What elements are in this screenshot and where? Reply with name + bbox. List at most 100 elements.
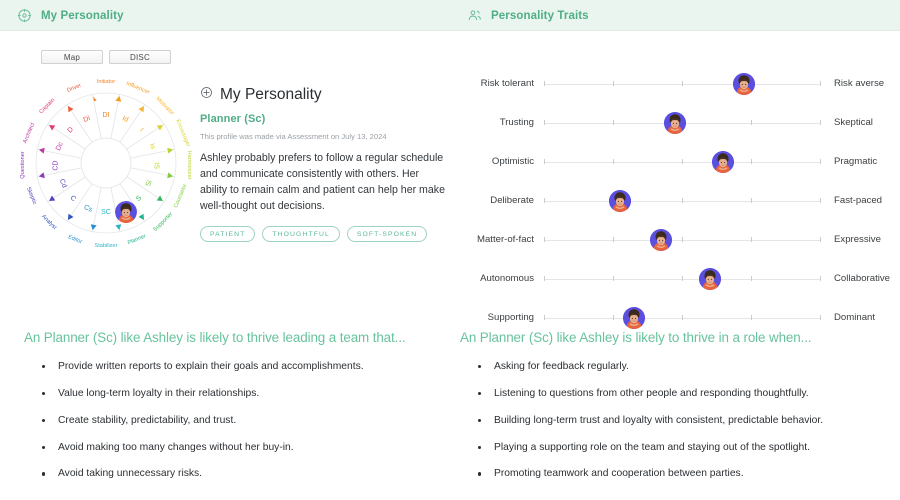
trait-row: Matter-of-fact Expressive xyxy=(450,220,900,259)
wheel-segment-name: Encourager xyxy=(174,119,191,148)
trait-left-label: Optimistic xyxy=(491,156,534,167)
list-item: Playing a supporting role on the team an… xyxy=(478,442,900,454)
trait-slider-track[interactable] xyxy=(544,267,821,291)
list-item: Building long-term trust and loyalty wit… xyxy=(478,415,900,427)
trait-left-label: Risk tolerant xyxy=(480,78,534,89)
tab-personality-traits[interactable]: Personality Traits xyxy=(450,0,900,31)
section-title: An Planner (Sc) like Ashley is likely to… xyxy=(460,330,812,345)
trait-tick xyxy=(682,198,683,203)
trait-value-avatar-marker[interactable] xyxy=(698,267,721,290)
trait-tick xyxy=(751,315,752,320)
wheel-segment-name: Captain xyxy=(38,97,56,115)
list-item: Promoting teamwork and cooperation betwe… xyxy=(478,468,900,480)
wheel-segment-name: Planner xyxy=(127,233,147,246)
wheel-view-toggle: Map DISC xyxy=(8,50,204,64)
trait-left-label: Deliberate xyxy=(490,195,534,206)
trait-tick xyxy=(820,159,821,164)
trait-slider-track[interactable] xyxy=(544,111,821,135)
wheel-segment-name: Driver xyxy=(66,83,82,94)
trait-row: Optimistic Pragmatic xyxy=(450,142,900,181)
trait-value-avatar-marker[interactable] xyxy=(608,189,631,212)
profile-summary: My Personality Planner (Sc) This profile… xyxy=(200,86,446,243)
trait-tick xyxy=(820,120,821,125)
trait-tick xyxy=(682,159,683,164)
wheel-segment-name: Initiator xyxy=(97,79,115,85)
trait-value-avatar-marker[interactable] xyxy=(650,228,673,251)
section-title: An Planner (Sc) like Ashley is likely to… xyxy=(24,330,406,345)
trait-tick xyxy=(751,120,752,125)
trait-tick xyxy=(544,198,545,203)
profile-title-row: My Personality xyxy=(200,86,446,104)
list-item: Avoid making too many changes without he… xyxy=(42,442,450,454)
wheel-segment-name: Counselor xyxy=(173,183,188,209)
leading-a-team-list: Provide written reports to explain their… xyxy=(24,361,450,481)
profile-type: Planner (Sc) xyxy=(200,113,266,125)
trait-tick xyxy=(751,198,752,203)
trait-tick xyxy=(544,81,545,86)
toggle-map-button[interactable]: Map xyxy=(41,50,103,64)
tab-label: Personality Traits xyxy=(491,9,589,22)
page-title: My Personality xyxy=(220,86,322,103)
plus-circle-icon xyxy=(200,86,213,104)
profile-description: Ashley probably prefers to follow a regu… xyxy=(200,152,445,213)
trait-tick xyxy=(820,81,821,86)
trait-value-avatar-marker[interactable] xyxy=(664,111,687,134)
target-crosshair-icon xyxy=(17,8,32,23)
trait-tick xyxy=(613,159,614,164)
header-bar: My Personality Personality Traits xyxy=(0,0,900,31)
list-item: Create stability, predictability, and tr… xyxy=(42,415,450,427)
wheel-segment-name: Editor xyxy=(67,234,83,245)
disc-wheel-block: Map DISC DI Initiator Id Influencer I Motivat… xyxy=(8,50,204,258)
list-item: Asking for feedback regularly. xyxy=(478,361,900,373)
list-item: Provide written reports to explain their… xyxy=(42,361,450,373)
trait-tick xyxy=(544,120,545,125)
trait-row: Autonomous Collaborative xyxy=(450,259,900,298)
trait-right-label: Expressive xyxy=(834,234,881,245)
disc-wheel-chart[interactable]: DIInitiatorIdInfluencerIMotivatorIs Encou… xyxy=(9,68,203,258)
trait-slider-track[interactable] xyxy=(544,306,821,330)
trait-value-avatar-marker[interactable] xyxy=(622,306,645,329)
trait-tag-row: PATIENT THOUGHTFUL SOFT-SPOKEN xyxy=(200,226,446,243)
status-badge: SOFT-SPOKEN xyxy=(346,226,428,243)
trait-tick xyxy=(544,237,545,242)
people-group-icon xyxy=(467,8,482,23)
trait-left-label: Supporting xyxy=(487,312,534,323)
thrive-in-role-list: Asking for feedback regularly. Listening … xyxy=(460,361,900,481)
trait-left-label: Trusting xyxy=(499,117,534,128)
thrive-in-role-section: An Planner (Sc) like Ashley is likely to… xyxy=(450,330,900,495)
trait-tick xyxy=(544,159,545,164)
trait-tick xyxy=(820,276,821,281)
tab-my-personality[interactable]: My Personality xyxy=(0,0,450,31)
trait-value-avatar-marker[interactable] xyxy=(733,72,756,95)
list-item: Listening to questions from other people… xyxy=(478,388,900,400)
wheel-segment-code: DI xyxy=(103,112,110,119)
trait-tick xyxy=(613,315,614,320)
trait-slider-track[interactable] xyxy=(544,228,821,252)
trait-tick xyxy=(613,120,614,125)
trait-tick xyxy=(820,198,821,203)
trait-tick xyxy=(682,81,683,86)
wheel-segment-name: Skeptic xyxy=(25,186,38,205)
status-badge: PATIENT xyxy=(200,226,256,243)
trait-tick xyxy=(544,276,545,281)
wheel-user-avatar-marker[interactable] xyxy=(115,200,138,223)
trait-value-avatar-marker[interactable] xyxy=(712,150,735,173)
wheel-segment-name: Analyst xyxy=(40,214,58,232)
trait-right-label: Skeptical xyxy=(834,117,873,128)
trait-slider-track[interactable] xyxy=(544,150,821,174)
bottom-sections: An Planner (Sc) like Ashley is likely to… xyxy=(0,330,900,495)
personality-report-page: My Personality Personality Traits Map DI… xyxy=(0,0,900,500)
trait-tick xyxy=(613,276,614,281)
trait-right-label: Fast-paced xyxy=(834,195,882,206)
leading-a-team-section: An Planner (Sc) like Ashley is likely to… xyxy=(0,330,450,495)
wheel-segment-name: Harmonizer xyxy=(186,151,192,180)
toggle-disc-button[interactable]: DISC xyxy=(109,50,171,64)
trait-right-label: Dominant xyxy=(834,312,876,323)
trait-slider-track[interactable] xyxy=(544,72,821,96)
list-item: Value long-term loyalty in their relatio… xyxy=(42,388,450,400)
wheel-segment-name: Questioner xyxy=(20,151,26,178)
trait-right-label: Collaborative xyxy=(834,273,890,284)
wheel-segment-code: IS xyxy=(152,162,159,169)
wheel-segment-name: Influencer xyxy=(125,81,150,96)
trait-slider-track[interactable] xyxy=(544,189,821,213)
